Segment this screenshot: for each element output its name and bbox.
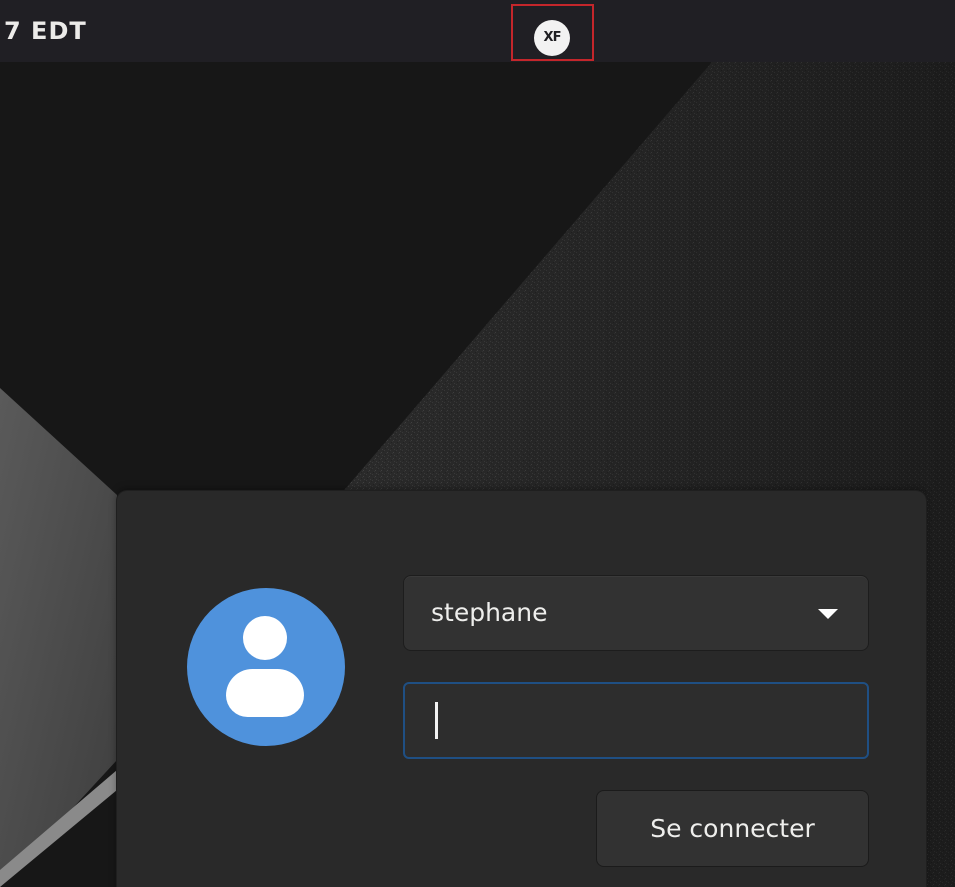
connect-button[interactable]: Se connecter — [596, 790, 869, 867]
top-bar: 7 EDT XF — [0, 0, 955, 62]
user-avatar-icon — [187, 588, 345, 746]
clock-label: 7 EDT — [4, 17, 87, 45]
avatar-head — [243, 616, 287, 660]
username-dropdown[interactable]: stephane — [403, 575, 869, 651]
password-input[interactable] — [403, 682, 869, 759]
login-panel: stephane Se connecter — [117, 491, 926, 887]
text-caret — [435, 702, 438, 739]
login-screen: 7 EDT XF stephane Se connecter — [0, 0, 955, 887]
triangle-down-icon — [818, 609, 838, 619]
avatar-body — [226, 669, 304, 717]
username-value: stephane — [431, 598, 548, 627]
xf-logo-icon[interactable]: XF — [534, 20, 570, 56]
logo-highlight-box[interactable]: XF — [511, 4, 594, 61]
